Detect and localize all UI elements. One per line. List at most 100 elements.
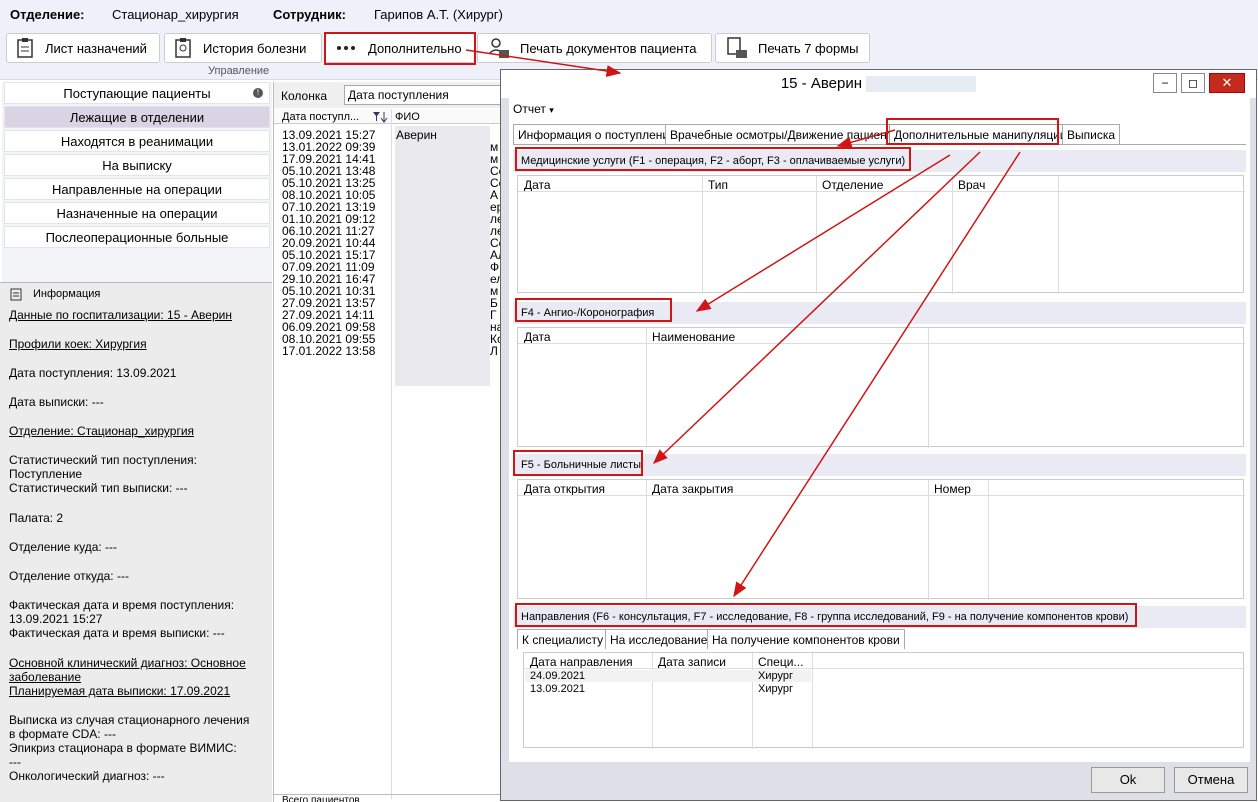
- tab-admission-info[interactable]: Информация о поступлении: [513, 124, 681, 144]
- print-patient-docs-button[interactable]: Печать документов пациента: [477, 33, 712, 63]
- column-select[interactable]: Дата поступления: [344, 85, 504, 105]
- chevron-down-icon: ▾: [549, 105, 554, 115]
- info-documents: Выписка из случая стационарного лечения …: [9, 713, 250, 783]
- prescriptions-button[interactable]: Лист назначений: [6, 33, 160, 63]
- filter-sort-icon[interactable]: [372, 111, 388, 123]
- dept-label: Отделение:: [10, 7, 85, 22]
- annotation-box-tab: [886, 118, 1059, 145]
- col-header[interactable]: Наименование: [652, 330, 735, 344]
- grid-vline: [928, 480, 929, 600]
- tab-to-research[interactable]: На исследование: [605, 629, 713, 649]
- top-info-bar: Отделение: Стационар_хирургия Сотрудник:…: [0, 0, 1258, 30]
- col-header[interactable]: Дата записи: [658, 655, 726, 669]
- col-header[interactable]: Отделение: [822, 178, 883, 192]
- annotation-box-med-services: [515, 147, 911, 171]
- list-item-label: Находятся в реанимации: [60, 134, 214, 149]
- info-dept-from: Отделение откуда: ---: [9, 569, 129, 583]
- report-menu[interactable]: Отчет ▾: [513, 102, 554, 116]
- col-header[interactable]: Дата направления: [530, 655, 633, 669]
- info-bed-profile-link[interactable]: Профили коек: Хирургия: [9, 337, 147, 351]
- dialog-body: Отчет ▾ Информация о поступлении Врачебн…: [509, 98, 1250, 762]
- list-item-label: Лежащие в отделении: [69, 110, 205, 125]
- info-diagnosis[interactable]: Основной клинический диагноз: Основное з…: [9, 656, 246, 698]
- col-header[interactable]: Дата открытия: [524, 482, 605, 496]
- grid-footer: Всего пациентов: [274, 794, 504, 802]
- col-header[interactable]: Дата: [524, 178, 551, 192]
- tab-blood-components[interactable]: На получение компонентов крови: [707, 629, 905, 649]
- list-item-label: Назначенные на операции: [56, 206, 218, 221]
- print-person-icon: [488, 38, 509, 58]
- col-header[interactable]: Специ...: [758, 655, 803, 669]
- medical-history-button[interactable]: История болезни: [164, 33, 322, 63]
- blurred-surname: [866, 76, 977, 93]
- med-services-grid: Дата Тип Отделение Врач: [517, 175, 1245, 294]
- annotation-box-sick-leave: [513, 450, 643, 476]
- info-title: Информация: [33, 288, 101, 300]
- col-header-date[interactable]: Дата поступл...: [282, 111, 359, 123]
- angio-grid: Дата Наименование: [517, 327, 1245, 448]
- grid-vline: [988, 480, 989, 600]
- row-date[interactable]: 17.01.2022 13:58: [282, 345, 375, 357]
- col-header[interactable]: Врач: [958, 178, 985, 192]
- employee-value: Гарипов А.Т. (Хирург): [374, 7, 503, 22]
- grid-vline: [1058, 176, 1059, 294]
- group-label: Управление: [208, 65, 270, 77]
- col-header[interactable]: Дата: [524, 330, 551, 344]
- cancel-button[interactable]: Отмена: [1174, 767, 1248, 793]
- medical-history-label: История болезни: [203, 40, 307, 56]
- list-item-label: Направленные на операции: [51, 182, 223, 197]
- clipboard-list-icon: [175, 38, 191, 58]
- cell-spec: Хирург: [758, 683, 793, 695]
- tab-discharge[interactable]: Выписка: [1062, 124, 1121, 144]
- info-dept-to: Отделение куда: ---: [9, 540, 118, 554]
- col-header[interactable]: Номер: [934, 482, 971, 496]
- row-name[interactable]: Л: [490, 345, 498, 357]
- row-name[interactable]: Аверин: [396, 129, 437, 141]
- list-item-post-op[interactable]: Послеоперационные больные: [4, 226, 270, 248]
- table-row[interactable]: 24.09.2021 Хирург: [525, 670, 811, 682]
- grid-vline: [816, 176, 817, 294]
- patients-grid: Колонка Дата поступления Дата поступл...…: [273, 82, 505, 802]
- patient-category-list: Поступающие пациенты! Лежащие в отделени…: [2, 82, 272, 282]
- cell-date: 13.09.2021: [530, 683, 586, 695]
- grid-vline: [952, 176, 953, 294]
- info-hospitalization-link[interactable]: Данные по госпитализации: 15 - Аверин: [9, 308, 232, 322]
- list-item-incoming[interactable]: Поступающие пациенты!: [4, 82, 270, 104]
- patient-dialog: 15 - Аверин − ◻ ✕ Отчет ▾ Информация о п…: [500, 69, 1257, 801]
- info-department-link[interactable]: Отделение: Стационар_хирургия: [9, 424, 194, 438]
- cell-date: 24.09.2021: [530, 670, 586, 682]
- referrals-grid: Дата направления Дата записи Специ... 24…: [523, 652, 1245, 749]
- print-form-icon: [727, 37, 747, 58]
- info-pane: Информация Данные по госпитализации: 15 …: [0, 282, 272, 802]
- grid-vline: [391, 109, 392, 799]
- list-item-in-department[interactable]: Лежащие в отделении: [4, 106, 270, 128]
- list-item-discharge[interactable]: На выписку: [4, 154, 270, 176]
- close-icon[interactable]: ✕: [1209, 73, 1245, 93]
- col-header-name[interactable]: ФИО: [395, 111, 420, 123]
- print-form7-button[interactable]: Печать 7 формы: [715, 33, 870, 63]
- dialog-title: 15 - Аверин: [780, 75, 862, 92]
- info-icon: !: [253, 88, 263, 98]
- list-item-reanimation[interactable]: Находятся в реанимации: [4, 130, 270, 152]
- info-edit-icon: [10, 288, 22, 301]
- maximize-icon[interactable]: ◻: [1181, 73, 1205, 93]
- list-item-label: Послеоперационные больные: [45, 230, 229, 245]
- ok-button[interactable]: Ok: [1091, 767, 1165, 793]
- minimize-icon[interactable]: −: [1153, 73, 1177, 93]
- grid-vline: [928, 328, 929, 448]
- tab-to-specialist[interactable]: К специалисту: [517, 629, 609, 649]
- list-item-sent-to-surgery[interactable]: Направленные на операции: [4, 178, 270, 200]
- prescriptions-label: Лист назначений: [45, 40, 147, 56]
- list-item-scheduled-surgery[interactable]: Назначенные на операции: [4, 202, 270, 224]
- grid-hline: [518, 343, 1245, 344]
- col-header[interactable]: Тип: [708, 178, 728, 192]
- tab-examinations[interactable]: Врачебные осмотры/Движение пациента: [665, 124, 904, 144]
- col-header[interactable]: Дата закрытия: [652, 482, 733, 496]
- info-ward: Палата: 2: [9, 511, 64, 525]
- grid-vline: [752, 653, 753, 749]
- grid-hline: [518, 495, 1245, 496]
- annotation-box-referrals: [515, 603, 1137, 627]
- cell-spec: Хирург: [758, 670, 793, 682]
- sick-leave-grid: Дата открытия Дата закрытия Номер: [517, 479, 1245, 600]
- table-row[interactable]: 13.09.2021 Хирург: [525, 683, 811, 695]
